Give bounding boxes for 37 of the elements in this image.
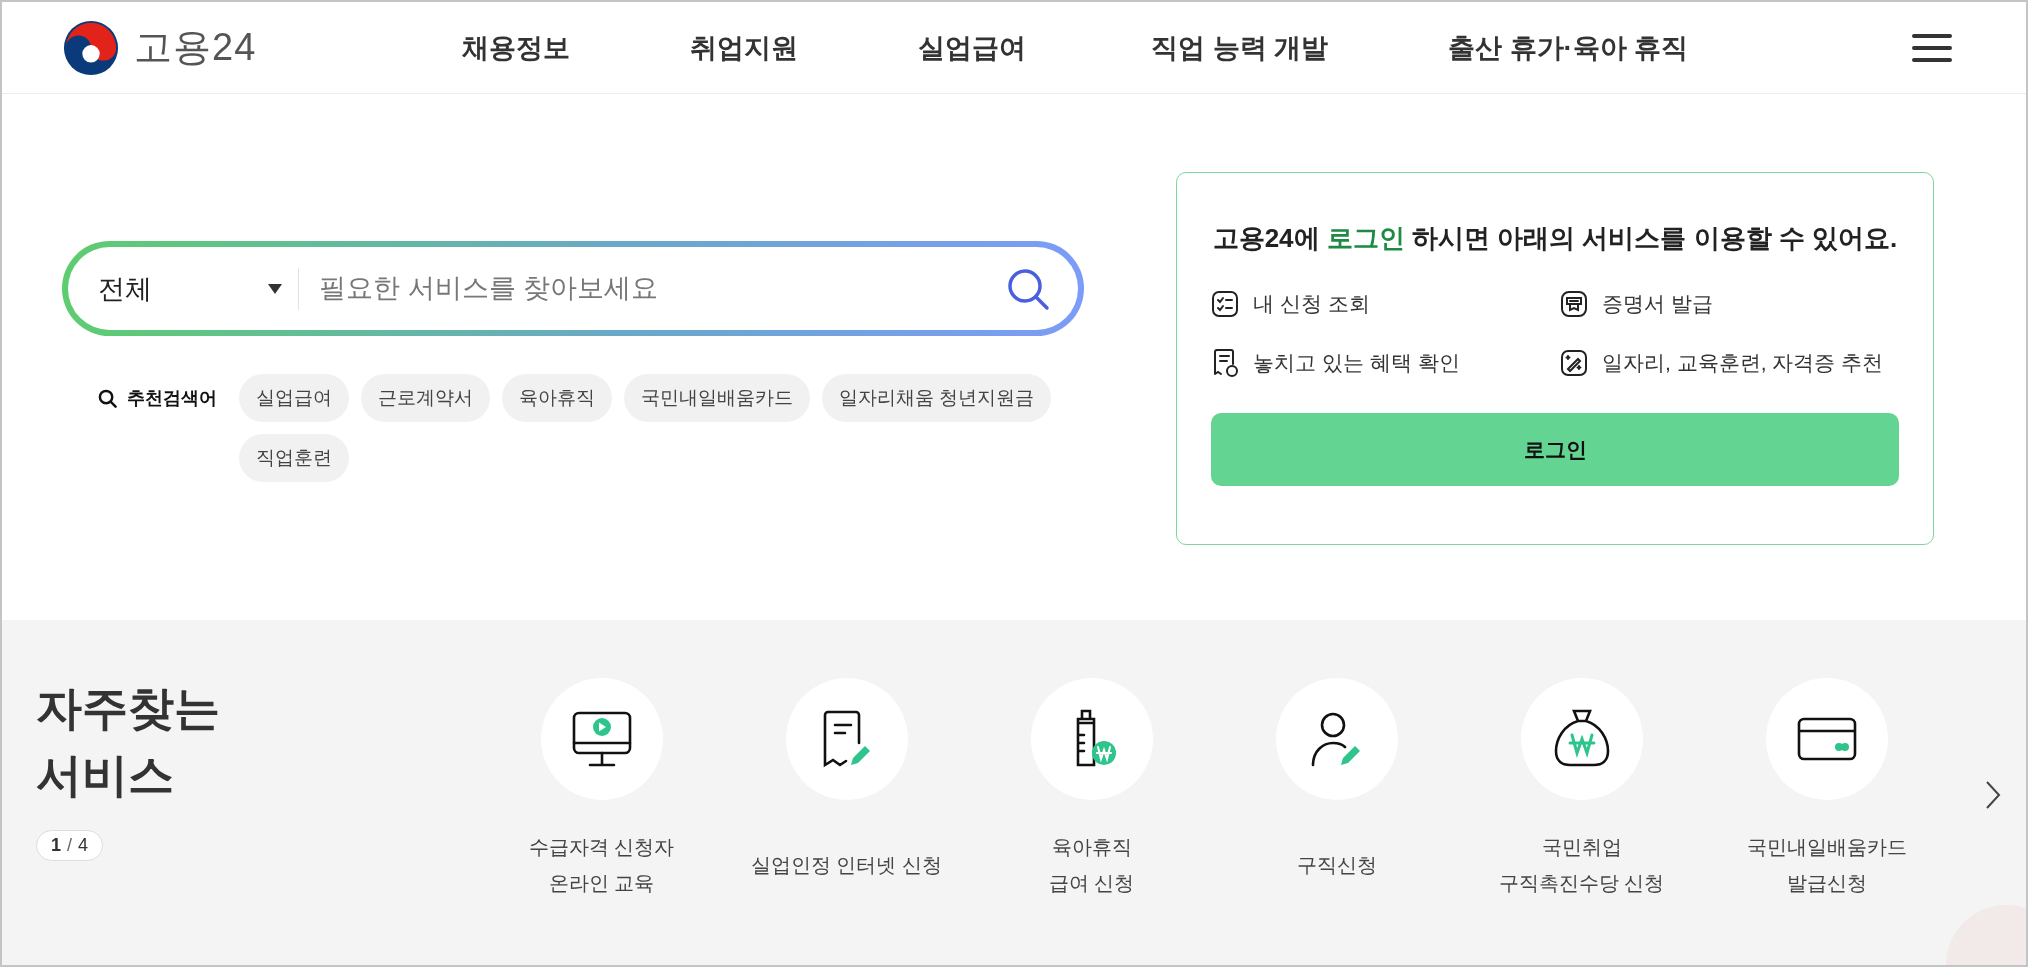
receipt-coin-icon [1211,348,1239,378]
magic-wand-icon [1560,349,1588,377]
search-icon [98,388,117,408]
nav-link[interactable]: 채용정보 [462,29,570,66]
section-title: 자주찾는 서비스 [36,681,221,803]
nav-link[interactable]: 출산 휴가·육아 휴직 [1448,29,1688,66]
nav-link[interactable]: 직업 능력 개발 [1151,29,1328,66]
service-label[interactable]: 실업인정 인터넷 신청 [750,820,943,910]
logo-text[interactable]: 고용24 [134,22,257,73]
service-label[interactable]: 수급자격 신청자 온라인 교육 [528,820,675,910]
logo-emblem-icon [62,18,120,77]
keyword-chip[interactable]: 일자리채움 청년지원금 [822,374,1052,422]
service-label[interactable]: 구직신청 [1296,820,1377,910]
page-indicator: 1 / 4 [36,830,104,862]
recommend-label: 추천검색어 [127,387,217,410]
keyword-chip[interactable]: 육아휴직 [502,374,612,422]
nav-link[interactable]: 취업지원 [690,29,798,66]
keyword-chip[interactable]: 실업급여 [239,374,349,422]
keyword-chip[interactable]: 근로계약서 [361,374,490,422]
checklist-icon [1211,290,1239,318]
benefit-text: 증명서 발급 [1602,291,1713,317]
keyword-chip[interactable]: 직업훈련 [239,434,349,482]
search-icon[interactable] [1006,266,1050,311]
service-label[interactable]: 국민취업 구직촉진수당 신청 [1498,820,1665,910]
certificate-icon [1560,290,1588,318]
benefit-text: 일자리, 교육훈련, 자격증 추천 [1602,350,1884,376]
scope-dropdown[interactable]: 전체 [98,270,282,307]
menu-icon[interactable] [1912,33,1952,62]
nav-link[interactable]: 실업급여 [918,29,1026,66]
benefit-text: 놓치고 있는 혜택 확인 [1253,350,1460,376]
caret-icon [268,283,282,294]
login-prompt: 고용24에 로그인 하시면 아래의 서비스를 이용할 수 있어요. [1211,222,1899,255]
benefit-text: 내 신청 조회 [1253,291,1370,317]
service-label[interactable]: 육아휴직 급여 신청 [1048,820,1135,910]
keyword-chip[interactable]: 국민내일배움카드 [624,374,810,422]
login-button[interactable]: 로그인 [1211,413,1899,486]
service-label[interactable]: 국민내일배움카드 발급신청 [1746,820,1907,910]
